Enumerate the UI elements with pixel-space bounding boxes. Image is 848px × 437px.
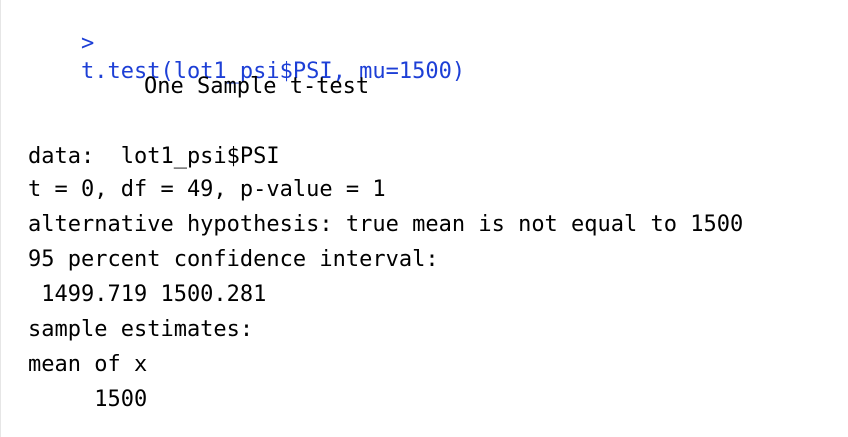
estimate-value: 1500	[28, 387, 148, 412]
command-line[interactable]: > t.test(lot1_psi$PSI, mu=1500)	[28, 2, 465, 84]
test-title: One Sample t-test	[144, 74, 370, 99]
data-line: data: lot1_psi$PSI	[28, 144, 280, 169]
r-console[interactable]: > t.test(lot1_psi$PSI, mu=1500) One Samp…	[0, 0, 848, 437]
ci-values: 1499.719 1500.281	[28, 282, 267, 307]
ci-label: 95 percent confidence interval:	[28, 247, 439, 272]
estimate-name: mean of x	[28, 352, 148, 377]
stats-line: t = 0, df = 49, p-value = 1	[28, 177, 386, 202]
alternative-line: alternative hypothesis: true mean is not…	[28, 212, 744, 237]
estimates-label: sample estimates:	[28, 317, 254, 342]
prompt-symbol: >	[80, 31, 108, 56]
